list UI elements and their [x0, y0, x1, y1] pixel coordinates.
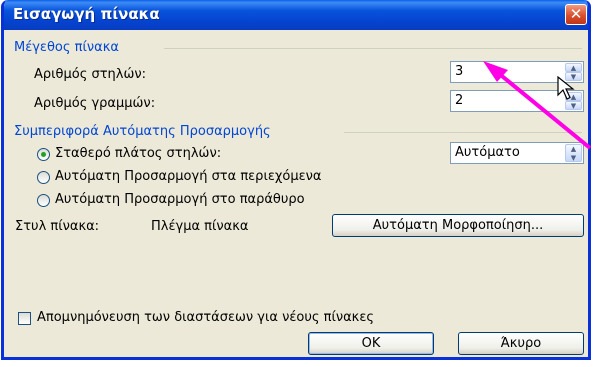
annotation-arrow — [483, 61, 592, 150]
